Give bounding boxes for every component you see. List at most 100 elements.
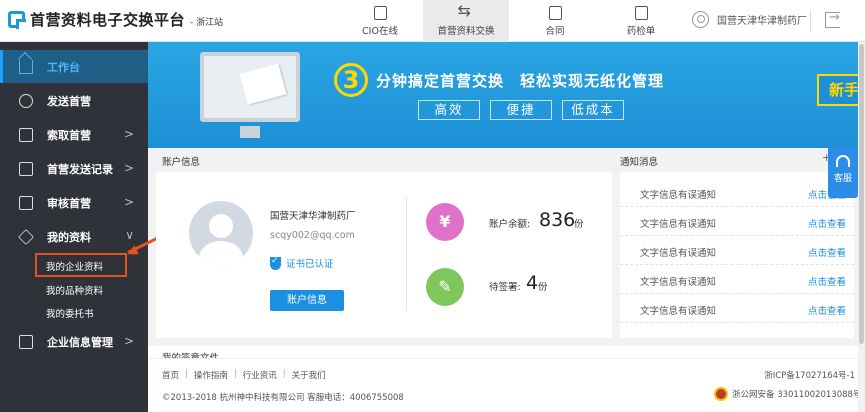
view-link[interactable]: 点击查看: [808, 245, 846, 259]
notice-text: 文字信息有误通知: [640, 219, 717, 230]
sign-document-icon: ✎: [426, 268, 464, 306]
sidebar-item-label: 索取首营: [47, 128, 91, 142]
list-item: 文字信息有误通知 点击查看: [620, 178, 854, 207]
top-header: 首营资料电子交换平台 - 浙江站 CIO在线 首营资料交换 合同 药检单 国营天…: [0, 0, 865, 42]
banner-pill: 高效: [418, 100, 480, 120]
nav-inspection[interactable]: 药检单: [606, 0, 676, 42]
document-icon: [373, 5, 387, 20]
clipboard-icon: [19, 161, 33, 176]
list-item: 文字信息有误通知 点击查看: [620, 207, 854, 236]
sidebar-subitem-authorization[interactable]: 我的委托书: [46, 306, 94, 320]
view-link[interactable]: 点击查看: [808, 274, 846, 288]
signed-docs-title: 我的签章文件: [162, 350, 219, 358]
sidebar-subitem-product-data[interactable]: 我的品种资料: [46, 283, 103, 297]
sidebar-item-label: 发送首营: [47, 94, 91, 108]
user-menu[interactable]: 国营天津华津制药厂: [692, 11, 807, 28]
view-link[interactable]: 点击查看: [808, 303, 846, 317]
signed-docs-section: 我的签章文件: [148, 346, 865, 358]
banner-pill: 便捷: [490, 100, 552, 120]
chevron-right-icon: >: [123, 195, 134, 209]
nav-contract[interactable]: 合同: [520, 0, 590, 42]
contract-icon: [548, 5, 562, 20]
avatar: [189, 201, 253, 265]
footer-link-news[interactable]: 行业资讯: [243, 369, 277, 381]
balance-value: 836: [539, 209, 576, 231]
view-link[interactable]: 点击查看: [808, 216, 846, 230]
sidebar-item-workbench[interactable]: 工作台: [0, 50, 148, 83]
company-name: 国营天津华津制药厂: [270, 211, 356, 222]
logo-icon: [8, 11, 26, 29]
site-label: - 浙江站: [190, 18, 224, 28]
chevron-right-icon: >: [123, 161, 134, 175]
footer-link-home[interactable]: 首页: [162, 369, 179, 381]
cert-label: 证书已认证: [286, 259, 334, 270]
sidebar-item-company-info[interactable]: 企业信息管理 >: [0, 325, 148, 358]
sidebar-item-send-records[interactable]: 首营发送记录 >: [0, 152, 148, 185]
link-separator: |: [282, 369, 286, 379]
account-panel: 国营天津华津制药厂 scqy002@qq.com 证书已认证 账户信息 ¥ 账户…: [156, 172, 612, 338]
police-record[interactable]: 浙公网安备 33011002013088号: [714, 387, 861, 401]
account-section-title: 账户信息: [162, 157, 201, 168]
building-icon: [19, 334, 33, 349]
pending-unit: 份: [538, 282, 548, 293]
notice-panel: 文字信息有误通知 点击查看 文字信息有误通知 点击查看 文字信息有误通知 点击查…: [620, 172, 854, 338]
notice-text: 文字信息有误通知: [640, 277, 717, 288]
pending-value: 4: [526, 272, 539, 294]
banner-pills: 高效 便捷 低成本: [418, 100, 634, 120]
nav-label: 合同: [545, 25, 565, 37]
swap-icon: [458, 1, 473, 20]
balance-unit: 份: [574, 219, 584, 230]
customer-service-button[interactable]: 客服: [828, 146, 858, 198]
link-separator: |: [233, 369, 237, 379]
account-email: scqy002@qq.com: [270, 230, 355, 241]
sidebar-item-request[interactable]: 索取首营 >: [0, 118, 148, 151]
sidebar-item-label: 工作台: [47, 60, 80, 74]
sidebar-item-review[interactable]: 审核首营 >: [0, 186, 148, 219]
chevron-right-icon: >: [123, 334, 134, 348]
pending-label: 待签署:: [489, 282, 521, 293]
home-icon: [19, 59, 33, 74]
icp-record[interactable]: 浙ICP备17027164号-1: [764, 369, 855, 381]
footer-link-guide[interactable]: 操作指南: [194, 369, 228, 381]
banner-number: 3: [334, 63, 368, 97]
divider: [406, 196, 407, 310]
copyright: ©2013-2018 杭州神中科技有限公司 客服电话：4006755008: [162, 393, 404, 403]
sidebar: 工作台 发送首营 索取首营 > 首营发送记录 > 审核首营 > 我的资料 ∨ 我…: [0, 42, 148, 412]
certificate-status: 证书已认证: [270, 256, 334, 270]
banner-pill: 低成本: [562, 100, 624, 120]
scrollbar-thumb[interactable]: [859, 44, 864, 344]
account-info-button[interactable]: 账户信息: [270, 290, 344, 311]
folder-icon: [19, 127, 33, 142]
banner-headline: 分钟搞定首营交换 轻松实现无纸化管理: [376, 72, 665, 90]
layers-icon: [18, 228, 34, 245]
nav-label: CIO在线: [362, 25, 398, 37]
police-record-text: 浙公网安备 33011002013088号: [732, 390, 862, 400]
logout-icon[interactable]: [825, 10, 840, 28]
notice-section-title: 通知消息: [620, 157, 659, 168]
service-label: 客服: [833, 174, 852, 184]
notice-text: 文字信息有误通知: [640, 306, 717, 317]
headset-icon: [836, 155, 850, 167]
nav-label: 药检单: [626, 25, 656, 37]
user-icon: [692, 11, 709, 28]
scrollbar[interactable]: [858, 42, 865, 412]
list-item: 文字信息有误通知 点击查看: [620, 294, 854, 323]
nav-cio-online[interactable]: CIO在线: [345, 0, 415, 42]
nav-first-exchange[interactable]: 首营资料交换: [423, 0, 509, 42]
report-icon: [634, 5, 648, 20]
link-separator: |: [185, 369, 188, 379]
promo-banner[interactable]: 3 分钟搞定首营交换 轻松实现无纸化管理 高效 便捷 低成本 新手: [148, 42, 865, 148]
chevron-down-icon: ∨: [125, 228, 134, 242]
sidebar-item-send[interactable]: 发送首营: [0, 84, 148, 117]
highlight-box: [35, 253, 127, 277]
user-name: 国营天津华津制药厂: [717, 16, 807, 27]
footer-link-about[interactable]: 关于我们: [292, 369, 326, 381]
list-item: 文字信息有误通知 点击查看: [620, 236, 854, 265]
list-item: 文字信息有误通知 点击查看: [620, 265, 854, 294]
shield-check-icon: [270, 256, 281, 270]
refresh-icon: [19, 93, 33, 108]
checklist-icon: [19, 195, 33, 210]
logo[interactable]: 首营资料电子交换平台 - 浙江站: [8, 9, 223, 30]
footer: 首页 | 操作指南 | 行业资讯 | 关于我们 浙ICP备17027164号-1…: [148, 358, 865, 412]
notice-text: 文字信息有误通知: [640, 248, 717, 259]
